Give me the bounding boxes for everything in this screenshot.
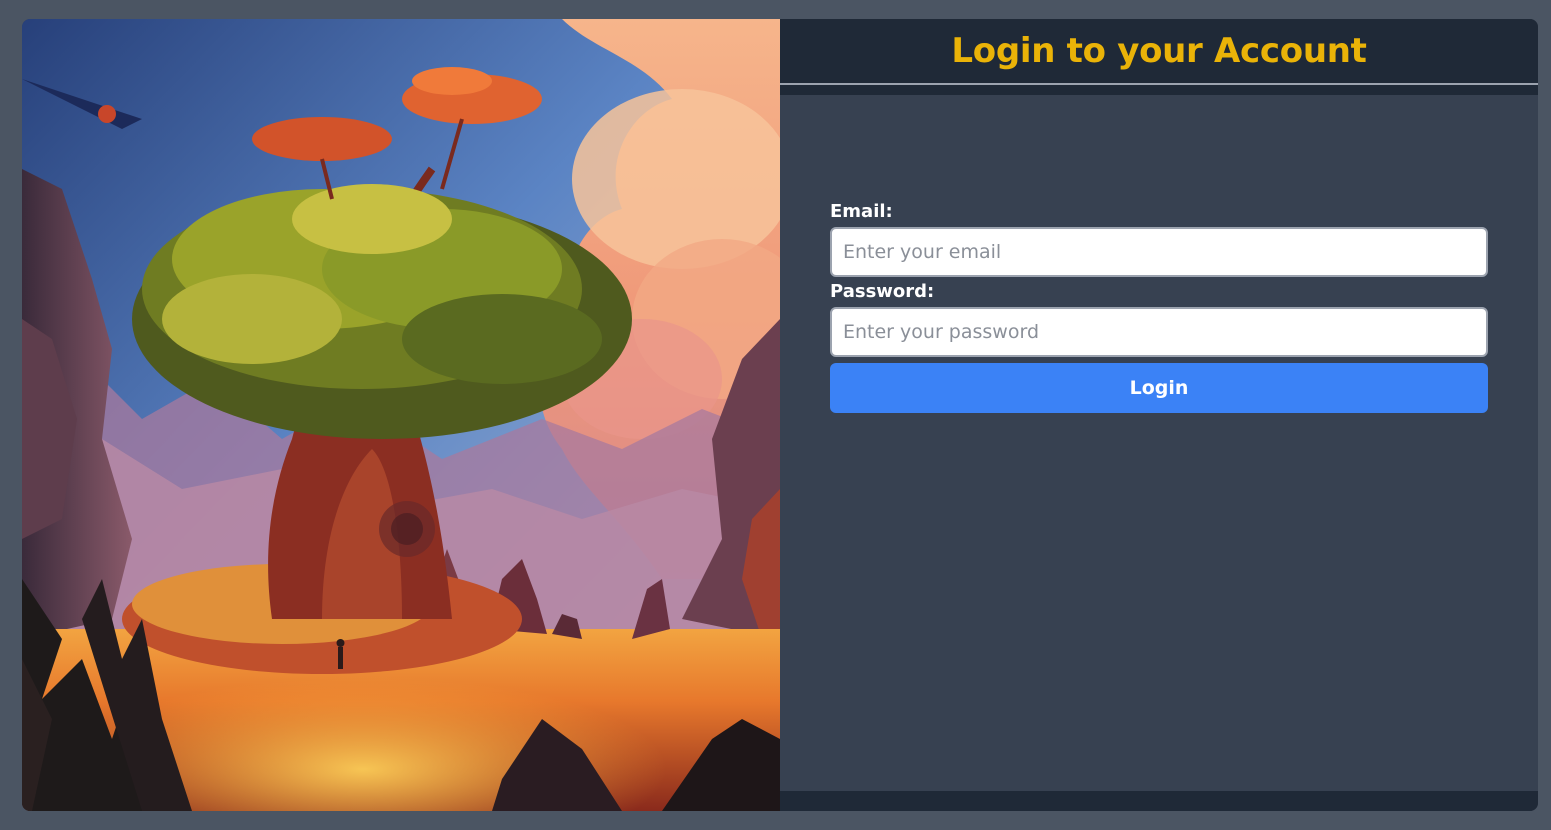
password-field[interactable]	[830, 307, 1488, 357]
login-header: Login to your Account	[780, 19, 1538, 85]
email-field[interactable]	[830, 227, 1488, 277]
login-title: Login to your Account	[951, 31, 1367, 71]
landscape-image	[22, 19, 780, 811]
login-card: Login to your Account Email: Password: L…	[22, 19, 1538, 811]
login-button[interactable]: Login	[830, 363, 1488, 413]
password-label: Password:	[830, 281, 935, 302]
email-label: Email:	[830, 201, 893, 222]
fantasy-landscape-illustration	[22, 19, 780, 811]
panel-footer	[780, 791, 1538, 811]
login-form: Email: Password: Login	[830, 201, 1488, 413]
header-divider	[780, 85, 1538, 95]
login-panel: Login to your Account Email: Password: L…	[780, 19, 1538, 811]
